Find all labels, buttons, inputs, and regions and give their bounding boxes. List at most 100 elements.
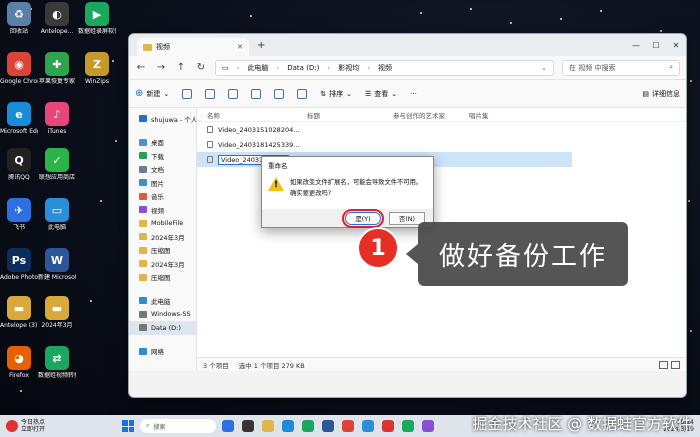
breadcrumb-data-drive[interactable]: Data (D:) [287,64,319,72]
desktop-icon[interactable]: ✚ 苹果恢复专家 [38,52,76,85]
desktop-icon[interactable]: ◕ Firefox [0,346,38,379]
taskbar-app-icon[interactable] [302,420,314,432]
sort-button[interactable]: ⇅ 排序 ⌄ [320,89,352,99]
column-album[interactable]: 唱片集 [459,110,519,120]
taskbar-app-icon[interactable] [262,420,274,432]
sidebar-item[interactable]: 网络 [129,345,196,359]
forward-icon[interactable]: → [155,62,167,73]
sidebar-item-label: 2024年3月 [151,260,185,269]
desktop-icon[interactable]: ▭ 此电脑 [38,198,76,231]
desktop-icon[interactable]: ▬ 2024年3月 [38,296,76,329]
taskbar-search[interactable]: ⌕ 搜索 [140,419,216,433]
sidebar-item[interactable]: 2024年3月 [129,257,196,271]
sidebar-item[interactable]: shujuwa - 个人 [129,112,196,126]
app-icon: ◐ [45,2,69,26]
taskbar-app-icon[interactable] [422,420,434,432]
desktop-icon[interactable]: ◐ Antelope... [38,2,76,35]
taskbar-app-icon[interactable] [402,420,414,432]
sidebar-item[interactable]: 此电脑 [129,294,196,308]
more-options-button[interactable]: ··· [410,90,417,98]
desktop-icon[interactable]: ✓ 联想应用商店 [38,148,76,181]
breadcrumb-yingshi[interactable]: 影视均 [338,63,359,73]
view-label: 查看 [374,89,389,98]
desktop-icon[interactable]: ⇄ 数据蛙视频转换器 [38,346,76,379]
sidebar-item[interactable]: 图片 [129,176,196,190]
sidebar-item-label: 2024年3月 [151,233,185,242]
up-icon[interactable]: ↑ [175,62,187,73]
tiles-view-icon[interactable] [671,360,680,369]
sidebar-item[interactable]: 2024年3月 [129,230,196,244]
desktop-icon[interactable]: Ps Adobe Photosh... [0,248,38,281]
delete-icon[interactable] [297,88,308,99]
desktop-icon[interactable]: ♻ 回收站 [0,2,38,35]
taskbar-search-label: 搜索 [153,423,166,431]
details-button[interactable]: ▤ 详细信息 [642,89,680,99]
desktop-icon-label: 数据蛙视频转换器 [38,372,76,379]
sidebar-item-label: 视频 [151,206,164,215]
taskbar-app-icon[interactable] [382,420,394,432]
sidebar-item[interactable]: Windows-SS [129,308,196,322]
sidebar-item-label: 文档 [151,166,164,175]
desktop-icon[interactable]: ▬ Antelope (3) 2024年2月22日-四版-产... [0,296,38,329]
new-button[interactable]: ⊕ 新建 ⌄ [135,88,169,99]
sidebar-item[interactable]: 视频 [129,203,196,217]
taskbar-app-icon[interactable] [362,420,374,432]
cut-icon[interactable] [182,88,193,99]
file-row[interactable]: Video_2403181425339... [197,137,686,152]
sidebar-item[interactable]: 文档 [129,163,196,177]
news-widget[interactable]: 今日热点 立即打开 [6,419,66,433]
taskbar-app-icon[interactable] [282,420,294,432]
desktop-icon[interactable]: Z WinZips [78,52,116,85]
sidebar-item[interactable]: 压缩图 [129,271,196,285]
maximize-button[interactable]: ☐ [646,41,666,50]
close-button[interactable]: ✕ [666,41,686,50]
tab-videos[interactable]: 视频 ✕ [137,38,249,56]
details-view-icon[interactable] [659,360,668,369]
chevron-down-icon[interactable]: ⌄ [541,64,547,72]
column-title[interactable]: 标题 [297,110,383,120]
refresh-icon[interactable]: ↻ [195,62,207,73]
start-button[interactable] [122,420,134,432]
rename-icon[interactable] [251,88,262,99]
desktop-icon[interactable]: Q 腾讯QQ [0,148,38,181]
desktop-icon[interactable]: e Microsoft Edge [0,102,38,135]
view-button[interactable]: ☰ 查看 ⌄ [365,89,397,99]
sidebar-item[interactable]: MobileFile [129,217,196,231]
breadcrumb[interactable]: ▭ › 此电脑 › Data (D:) › 影视均 › 视频 ⌄ [215,59,554,76]
desktop-icon[interactable]: W 新建 Microsof... [38,248,76,281]
desktop-icon[interactable]: ♪ iTunes [38,102,76,135]
yes-button[interactable]: 是(Y) [342,209,384,228]
column-name[interactable]: 名称 [197,110,297,120]
copy-icon[interactable] [205,88,216,99]
taskbar-app-icon[interactable] [322,420,334,432]
app-icon: ♻ [7,2,31,26]
sidebar-item[interactable]: Data (D:) [129,321,196,335]
close-tab-icon[interactable]: ✕ [237,43,243,51]
minimize-button[interactable]: — [626,41,646,50]
search-input[interactable]: 在 视频 中搜索 ⌕ [562,59,680,76]
folder-icon [139,152,147,160]
column-artist[interactable]: 参与创作的艺术家 [383,110,459,120]
sidebar-item-label: 此电脑 [151,297,171,306]
breadcrumb-videos[interactable]: 视频 [378,63,392,73]
app-icon: ✚ [45,52,69,76]
desktop-icon[interactable]: ✈ 飞书 [0,198,38,231]
app-icon: ⇄ [45,346,69,370]
sidebar-item[interactable]: 下载 [129,149,196,163]
sidebar-item[interactable]: 音乐 [129,190,196,204]
back-icon[interactable]: ← [135,62,147,73]
folder-icon [139,347,147,355]
taskbar-app-icon[interactable] [242,420,254,432]
file-row[interactable]: Video_2403151028204... [197,122,686,137]
taskbar-app-icon[interactable] [222,420,234,432]
file-icon [207,141,213,148]
desktop-icon[interactable]: ◉ Google Chrome [0,52,38,85]
sidebar-item[interactable]: 桌面 [129,136,196,150]
breadcrumb-this-pc[interactable]: 此电脑 [247,63,268,73]
paste-icon[interactable] [228,88,239,99]
sidebar-item[interactable]: 压缩图 [129,244,196,258]
new-tab-button[interactable]: + [257,40,265,51]
share-icon[interactable] [274,88,285,99]
desktop-icon[interactable]: ▶ 数据蛙录屏软件 [78,2,116,35]
taskbar-app-icon[interactable] [342,420,354,432]
